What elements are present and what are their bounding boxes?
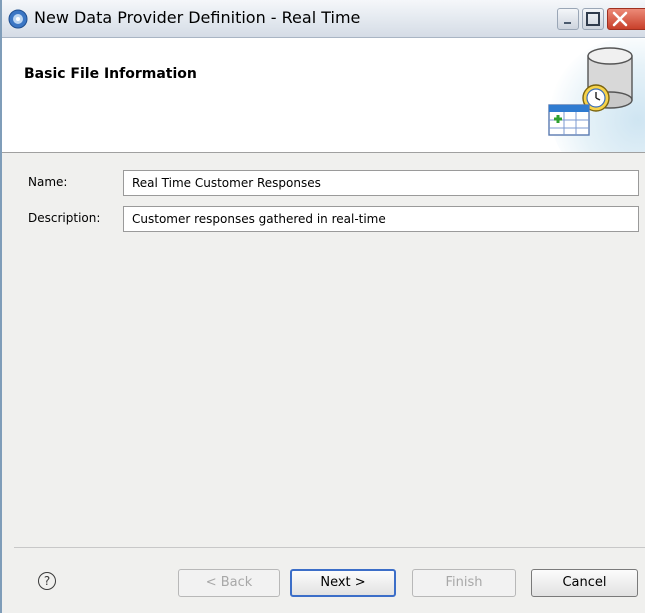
wizard-window: New Data Provider Definition - Real Time…	[0, 0, 645, 613]
page-title: Basic File Information	[24, 66, 197, 82]
name-label: Name:	[28, 175, 68, 189]
footer-divider	[14, 547, 645, 548]
maximize-icon	[586, 12, 600, 26]
maximize-button[interactable]	[582, 8, 604, 30]
name-field[interactable]: Real Time Customer Responses	[123, 170, 639, 196]
title-bar[interactable]: New Data Provider Definition - Real Time	[2, 0, 645, 38]
minimize-icon	[564, 22, 571, 24]
description-field[interactable]: Customer responses gathered in real-time	[123, 206, 639, 232]
close-button[interactable]	[607, 8, 645, 30]
cancel-button[interactable]: Cancel	[531, 569, 638, 597]
next-button[interactable]: Next >	[290, 569, 396, 597]
description-label: Description:	[28, 211, 101, 225]
close-icon	[612, 11, 628, 27]
window-title: New Data Provider Definition - Real Time	[34, 8, 361, 27]
back-button[interactable]: < Back	[178, 569, 280, 597]
minimize-button[interactable]	[557, 8, 579, 30]
wizard-header: Basic File Information	[2, 38, 645, 153]
database-clock-icon	[548, 47, 633, 136]
help-icon[interactable]: ?	[38, 572, 56, 590]
finish-button[interactable]: Finish	[412, 569, 516, 597]
app-icon	[8, 9, 28, 29]
